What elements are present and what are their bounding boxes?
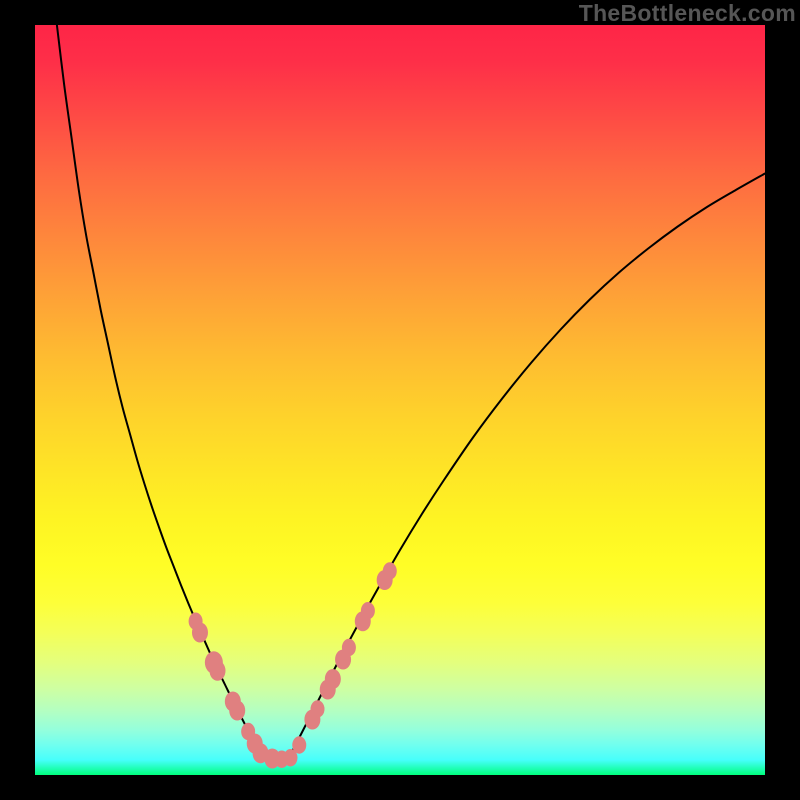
data-marker	[210, 661, 226, 681]
data-marker	[192, 623, 208, 643]
data-marker	[383, 562, 397, 580]
plot-area	[35, 25, 765, 775]
chart-container: TheBottleneck.com	[0, 0, 800, 800]
right-curve	[291, 174, 766, 755]
curve-layer	[35, 25, 765, 775]
attribution-text: TheBottleneck.com	[579, 0, 796, 27]
markers-left	[189, 613, 298, 769]
data-marker	[311, 700, 325, 718]
data-marker	[292, 736, 306, 754]
left-curve	[57, 25, 261, 755]
data-marker	[325, 669, 341, 689]
data-marker	[342, 639, 356, 657]
data-marker	[361, 602, 375, 620]
data-marker	[229, 701, 245, 721]
markers-right	[292, 562, 397, 754]
